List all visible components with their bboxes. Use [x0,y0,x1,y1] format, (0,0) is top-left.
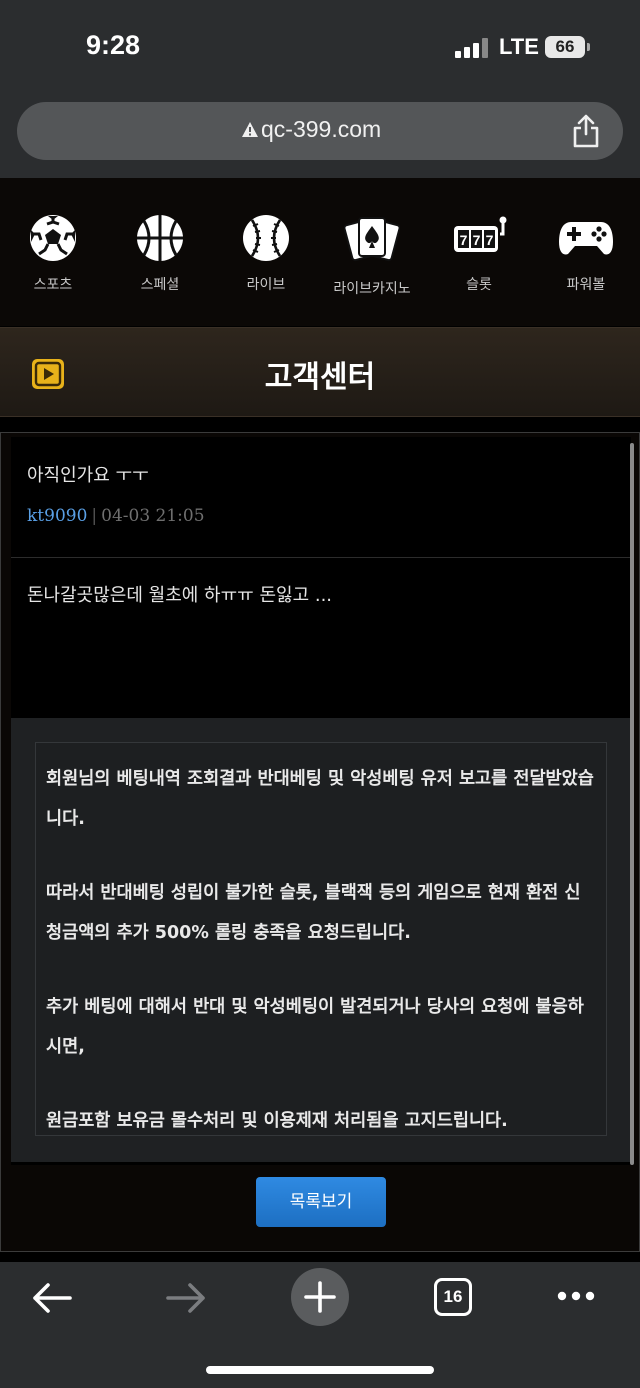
post-author[interactable]: kt9090 [27,506,87,526]
notice-paragraph: 따라서 반대베팅 성립이 불가한 슬롯, 블랙잭 등의 게임으로 현재 환전 신… [46,883,581,943]
baseball-icon [243,215,289,261]
home-indicator[interactable] [206,1366,434,1374]
back-arrow-icon[interactable] [30,1280,74,1316]
page-title: 고객센터 [264,360,376,395]
network-type: LTE [499,34,539,59]
nav-label: 스페셜 [140,277,180,293]
nav-item-live[interactable]: 라이브 [213,212,319,294]
basketball-icon [137,215,183,261]
address-bar[interactable]: qc-399.com [17,102,623,160]
nav-item-sports[interactable]: 스포츠 [0,212,106,294]
share-icon[interactable] [571,114,601,148]
notice-paragraph: 원금포함 보유금 몰수처리 및 이용제재 처리됨을 고지드립니다. [46,1111,508,1131]
svg-text:7: 7 [486,232,494,248]
svg-text:7: 7 [460,232,468,248]
signal-icon [455,38,489,58]
notice-paragraph: 추가 베팅에 대해서 반대 및 악성베팅이 발견되거나 당사의 요청에 불응하시… [46,997,584,1057]
battery-icon: 66 [545,36,590,58]
nav-label: 라이브 [246,277,286,293]
cards-icon [344,217,400,262]
browser-toolbar: 16 [0,1262,640,1388]
admin-reply: 회원님의 베팅내역 조회결과 반대베팅 및 악성베팅 유저 보고를 전달받았습니… [11,718,631,1162]
page: 9:28 LTE 66 qc-399.com 스포츠 스페셜 라이브 라이브카지… [0,0,640,1388]
post-title: 아직인가요 ㅜㅜ [27,465,149,486]
warning-icon [242,122,258,137]
section-header: 고객센터 [0,327,640,417]
notice-paragraph: 회원님의 베팅내역 조회결과 반대베팅 및 악성베팅 유저 보고를 전달받았습니… [46,769,594,829]
divider [11,557,631,558]
post-meta: kt9090 | 04-03 21:05 [27,506,205,526]
scrollbar[interactable] [630,443,634,1165]
browser-top-bar: 9:28 LTE 66 qc-399.com [0,0,640,178]
status-time: 9:28 [86,30,141,60]
nav-item-live-casino[interactable]: 라이브카지노 [319,212,425,298]
nav-item-special[interactable]: 스페셜 [107,212,213,294]
tabs-count-button[interactable]: 16 [434,1278,472,1316]
more-icon[interactable] [556,1290,596,1302]
nav-item-slot[interactable]: 7 7 7 슬롯 [426,212,532,294]
post-date: 04-03 21:05 [101,506,205,526]
post-panel: 아직인가요 ㅜㅜ kt9090 | 04-03 21:05 돈나갈곳많은데 월초에 … [0,432,640,1252]
soccer-ball-icon [30,215,76,261]
plus-icon [304,1281,336,1313]
list-view-button[interactable]: 목록보기 [256,1177,386,1227]
game-category-nav: 스포츠 스페셜 라이브 라이브카지노 7 7 7 슬롯 파워볼 [0,178,640,326]
gamepad-icon [559,222,613,255]
nav-label: 슬롯 [466,277,492,293]
forward-arrow-icon[interactable] [164,1280,208,1316]
slot-machine-icon: 7 7 7 [454,216,507,252]
nav-item-powerball[interactable]: 파워볼 [533,212,639,294]
nav-label: 라이브카지노 [333,281,411,297]
meta-separator: | [91,506,98,526]
nav-label: 스포츠 [33,277,73,293]
url-text[interactable]: qc-399.com [261,116,381,143]
post-body: 돈나갈곳많은데 월초에 하ㅠㅠ 돈잃고 ... [27,585,333,606]
svg-text:7: 7 [473,232,481,248]
notice-box: 회원님의 베팅내역 조회결과 반대베팅 및 악성베팅 유저 보고를 전달받았습니… [35,742,607,1136]
nav-label: 파워볼 [566,277,606,293]
new-tab-button[interactable] [291,1268,349,1326]
